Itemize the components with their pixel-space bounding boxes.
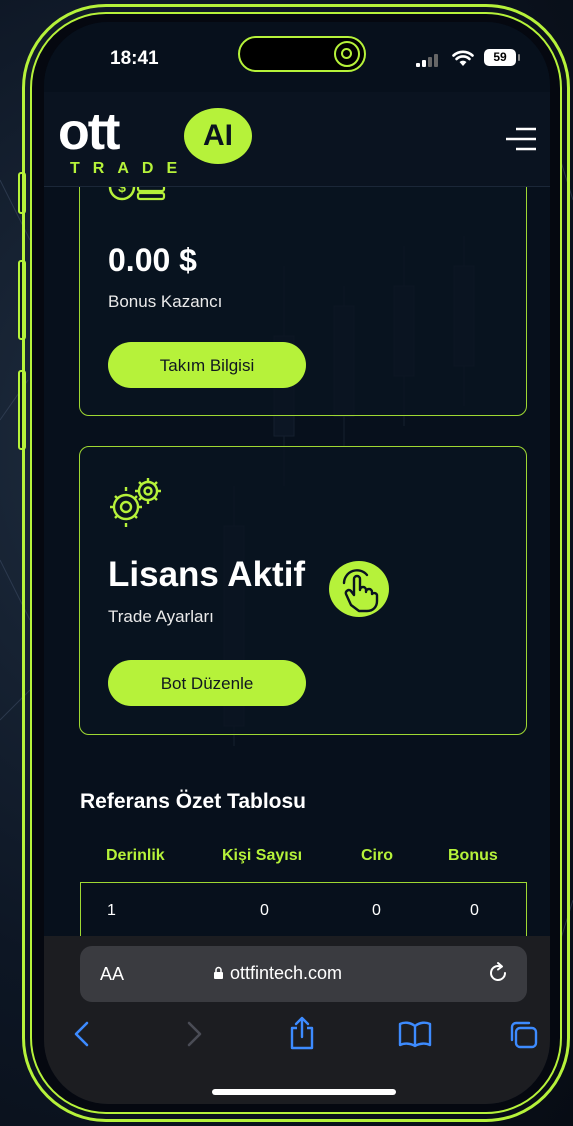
share-icon[interactable] [288, 1016, 316, 1050]
wifi-icon [452, 50, 474, 66]
cell-bonus: 0 [470, 902, 479, 919]
battery-icon: 59 [484, 49, 520, 66]
dynamic-island [238, 36, 366, 72]
bonus-label: Bonus Kazancı [108, 292, 223, 311]
money-stack-icon: $ [108, 186, 166, 201]
gears-icon [110, 478, 161, 527]
cell-depth: 1 [107, 902, 116, 919]
column-header-turnover: Ciro [361, 847, 393, 864]
tap-gesture-icon [329, 561, 389, 617]
camera-icon [334, 41, 360, 67]
edit-bot-button[interactable]: Bot Düzenle [108, 660, 306, 706]
phone-screen: 18:41 59 ott TRADE AI $ 0.00 $ Bonus Kaz… [44, 22, 550, 1104]
browser-toolbar: AA ottfintech.com [44, 936, 550, 1104]
hamburger-menu-icon[interactable] [506, 126, 538, 152]
column-header-depth: Derinlik [106, 847, 165, 864]
table-row [80, 882, 527, 936]
team-info-button[interactable]: Takım Bilgisi [108, 342, 306, 388]
svg-text:$: $ [118, 186, 126, 195]
column-header-bonus: Bonus [448, 847, 498, 864]
trade-settings-label: Trade Ayarları [108, 607, 214, 626]
license-status: Lisans Aktif [108, 555, 306, 594]
home-indicator[interactable] [212, 1089, 396, 1095]
address-bar[interactable]: AA ottfintech.com [80, 946, 527, 1002]
status-time: 18:41 [110, 48, 159, 69]
signal-icon [416, 54, 438, 67]
lock-icon [214, 966, 223, 979]
column-header-people: Kişi Sayısı [222, 847, 303, 864]
status-bar: 18:41 59 [44, 22, 550, 92]
page-content: $ 0.00 $ Bonus Kazancı Takım Bilgisi Lis… [44, 186, 550, 936]
cell-people: 0 [260, 902, 269, 919]
logo-text: ott [58, 103, 120, 161]
referral-table-title: Referans Özet Tablosu [80, 790, 306, 813]
bookmarks-icon[interactable] [398, 1020, 432, 1048]
back-icon[interactable] [72, 1020, 92, 1048]
cell-turnover: 0 [372, 902, 381, 919]
reader-settings-button[interactable]: AA [100, 964, 124, 985]
site-header: ott TRADE AI [44, 92, 550, 187]
license-card: Lisans Aktif Trade Ayarları Bot Düzenle [79, 446, 527, 735]
forward-icon[interactable] [184, 1020, 204, 1048]
reload-icon[interactable] [486, 961, 510, 985]
logo-ai-badge: AI [184, 108, 252, 164]
bonus-card: $ 0.00 $ Bonus Kazancı Takım Bilgisi [79, 186, 527, 416]
url-text[interactable]: ottfintech.com [230, 963, 342, 984]
tabs-icon[interactable] [508, 1020, 540, 1050]
bonus-amount: 0.00 $ [108, 242, 197, 278]
logo-subtext: TRADE [70, 160, 191, 177]
